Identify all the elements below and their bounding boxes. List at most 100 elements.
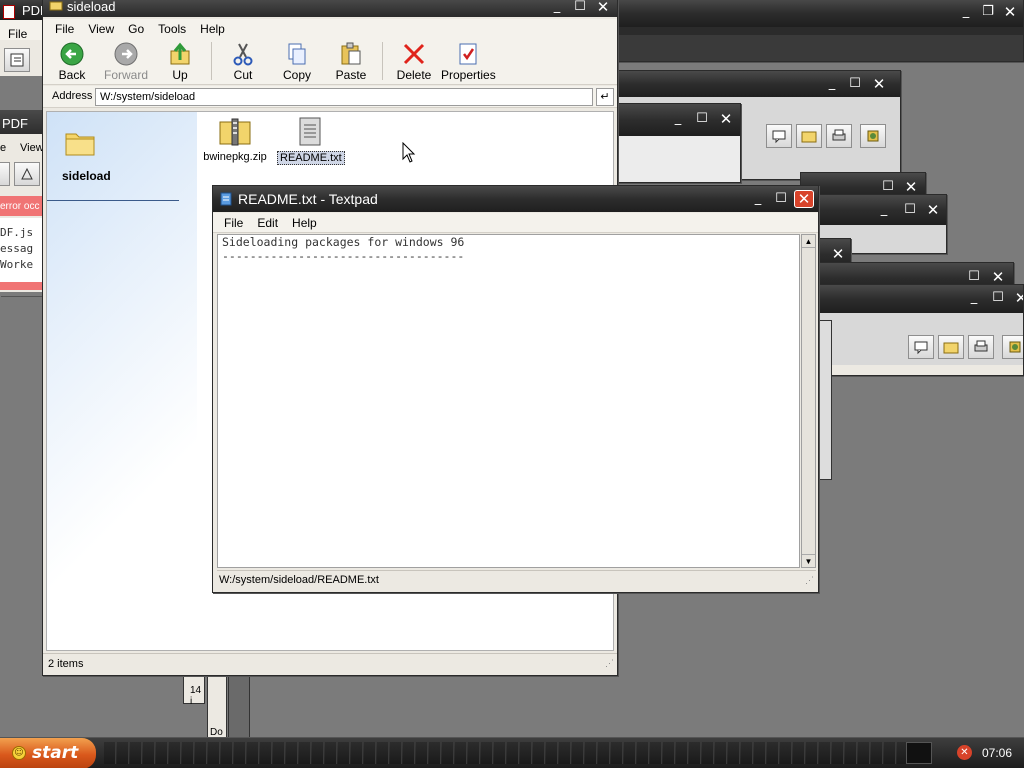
taskbar-window-button[interactable] bbox=[364, 742, 376, 764]
scroll-down-arrow-icon[interactable]: ▼ bbox=[802, 554, 815, 567]
taskbar-window-button[interactable] bbox=[169, 742, 181, 764]
taskbar-window-button[interactable] bbox=[429, 742, 441, 764]
taskbar-window-button[interactable] bbox=[156, 742, 168, 764]
pdf-tool-icon[interactable] bbox=[0, 162, 10, 186]
minimize-icon[interactable]: _ bbox=[748, 190, 768, 208]
taskbar-window-button[interactable] bbox=[481, 742, 493, 764]
taskbar-window-button[interactable] bbox=[546, 742, 558, 764]
taskbar-window-button[interactable] bbox=[663, 742, 675, 764]
pdf-menu-file[interactable]: File bbox=[8, 27, 27, 41]
taskbar-window-button[interactable] bbox=[702, 742, 714, 764]
taskbar-window-button[interactable] bbox=[728, 742, 740, 764]
active-task-button[interactable] bbox=[906, 742, 932, 764]
close-icon[interactable]: ✕ bbox=[869, 75, 889, 93]
properties-button[interactable]: Properties bbox=[441, 38, 496, 84]
taskbar-window-button[interactable] bbox=[182, 742, 194, 764]
close-icon[interactable]: ✕ bbox=[593, 0, 613, 16]
maximize-icon[interactable]: ☐ bbox=[771, 190, 791, 208]
maximize-icon[interactable]: ☐ bbox=[988, 289, 1008, 307]
taskbar-window-button[interactable] bbox=[754, 742, 766, 764]
menu-help[interactable]: Help bbox=[285, 213, 324, 233]
taskbar-window-button[interactable] bbox=[325, 742, 337, 764]
close-icon[interactable]: ✕ bbox=[1000, 3, 1020, 21]
taskbar-window-button[interactable] bbox=[390, 742, 402, 764]
taskbar-window-button[interactable] bbox=[624, 742, 636, 764]
taskbar-window-button[interactable] bbox=[338, 742, 350, 764]
annotate-icon[interactable] bbox=[14, 162, 40, 186]
taskbar-window-button[interactable] bbox=[312, 742, 324, 764]
taskbar-window-button[interactable] bbox=[247, 742, 259, 764]
taskbar-window-button[interactable] bbox=[143, 742, 155, 764]
tools-icon[interactable] bbox=[1002, 335, 1023, 359]
close-icon[interactable]: ✕ bbox=[828, 245, 848, 263]
taskbar-window-button[interactable] bbox=[858, 742, 870, 764]
taskbar-window-button[interactable] bbox=[572, 742, 584, 764]
list-view-icon[interactable] bbox=[4, 48, 30, 72]
taskbar-window-button[interactable] bbox=[208, 742, 220, 764]
taskbar-window-button[interactable] bbox=[195, 742, 207, 764]
taskbar-window-button[interactable] bbox=[780, 742, 792, 764]
menu-file[interactable]: File bbox=[217, 213, 250, 233]
sideload-titlebar[interactable] bbox=[43, 0, 617, 17]
taskbar-window-button[interactable] bbox=[650, 742, 662, 764]
delete-button[interactable]: Delete bbox=[387, 38, 441, 84]
address-input[interactable]: W:/system/sideload bbox=[95, 88, 593, 106]
forward-button[interactable]: Forward bbox=[99, 38, 153, 84]
taskbar-window-button[interactable] bbox=[637, 742, 649, 764]
taskbar-window-button[interactable] bbox=[520, 742, 532, 764]
taskbar-window-button[interactable] bbox=[299, 742, 311, 764]
close-icon[interactable]: ✕ bbox=[794, 190, 814, 208]
taskbar-window-button[interactable] bbox=[377, 742, 389, 764]
cut-button[interactable]: Cut bbox=[216, 38, 270, 84]
taskbar-window-button[interactable] bbox=[819, 742, 831, 764]
taskbar-window-button[interactable] bbox=[273, 742, 285, 764]
taskbar-window-button[interactable] bbox=[494, 742, 506, 764]
minimize-icon[interactable]: _ bbox=[874, 201, 894, 219]
text-editor[interactable]: Sideloading packages for windows 96 -----… bbox=[217, 234, 800, 568]
paste-button[interactable]: Paste bbox=[324, 38, 378, 84]
printer-icon[interactable] bbox=[968, 335, 994, 359]
taskbar-window-button[interactable] bbox=[221, 742, 233, 764]
taskbar-window-button[interactable] bbox=[806, 742, 818, 764]
taskbar-window-button[interactable] bbox=[104, 742, 116, 764]
taskbar-window-button[interactable] bbox=[442, 742, 454, 764]
taskbar-window-button[interactable] bbox=[416, 742, 428, 764]
menu-view[interactable]: View bbox=[81, 19, 121, 39]
taskbar-window-button[interactable] bbox=[715, 742, 727, 764]
minimize-icon[interactable]: _ bbox=[668, 110, 688, 128]
tray-error-icon[interactable]: ✕ bbox=[957, 745, 972, 760]
taskbar-window-button[interactable] bbox=[234, 742, 246, 764]
taskbar-window-button[interactable] bbox=[741, 742, 753, 764]
comment-icon[interactable] bbox=[766, 124, 792, 148]
taskbar-window-button[interactable] bbox=[676, 742, 688, 764]
maximize-icon[interactable]: ☐ bbox=[570, 0, 590, 16]
maximize-icon[interactable]: ☐ bbox=[692, 110, 712, 128]
maximize-icon[interactable]: ☐ bbox=[845, 75, 865, 93]
taskbar-window-button[interactable] bbox=[507, 742, 519, 764]
folder-icon[interactable] bbox=[938, 335, 964, 359]
file-item-zip[interactable]: bwinepkg.zip bbox=[203, 116, 267, 163]
taskbar-window-button[interactable] bbox=[286, 742, 298, 764]
taskbar-window-button[interactable] bbox=[533, 742, 545, 764]
taskbar-window-button[interactable] bbox=[598, 742, 610, 764]
taskbar-window-button[interactable] bbox=[611, 742, 623, 764]
pdf-menu-view[interactable]: View bbox=[20, 142, 44, 154]
scroll-up-arrow-icon[interactable]: ▲ bbox=[802, 235, 815, 248]
maximize-icon[interactable]: ☐ bbox=[900, 201, 920, 219]
start-button[interactable]: ☺ start bbox=[0, 738, 96, 768]
printer-icon[interactable] bbox=[826, 124, 852, 148]
taskbar-window-button[interactable] bbox=[585, 742, 597, 764]
taskbar-window-button[interactable] bbox=[130, 742, 142, 764]
minimize-icon[interactable]: _ bbox=[547, 0, 567, 16]
taskbar-window-button[interactable] bbox=[832, 742, 844, 764]
taskbar-window-button[interactable] bbox=[689, 742, 701, 764]
minimize-icon[interactable]: _ bbox=[822, 75, 842, 93]
vertical-scrollbar[interactable]: ▲ ▼ bbox=[801, 234, 816, 568]
close-icon[interactable]: ✕ bbox=[716, 110, 736, 128]
taskbar-window-button[interactable] bbox=[884, 742, 896, 764]
folder-icon[interactable] bbox=[796, 124, 822, 148]
menu-help[interactable]: Help bbox=[193, 19, 232, 39]
close-icon[interactable]: ✕ bbox=[923, 201, 943, 219]
comment-icon[interactable] bbox=[908, 335, 934, 359]
taskbar-window-button[interactable] bbox=[767, 742, 779, 764]
